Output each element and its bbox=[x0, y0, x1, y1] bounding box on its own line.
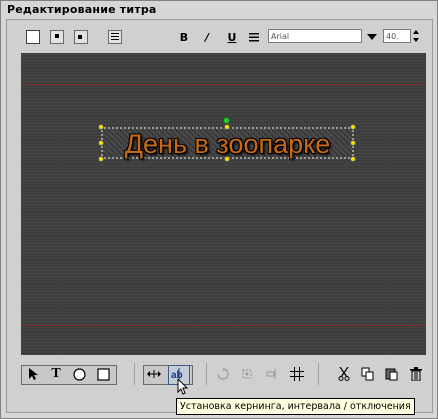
rotate-button[interactable] bbox=[215, 365, 231, 383]
resize-handle-bottom[interactable] bbox=[224, 156, 230, 162]
spinner-icon[interactable] bbox=[412, 29, 420, 43]
grid-button[interactable] bbox=[288, 365, 306, 383]
rotation-handle[interactable] bbox=[223, 117, 230, 124]
cut-button[interactable] bbox=[336, 365, 352, 383]
resize-handle-bottom-left[interactable] bbox=[98, 156, 104, 162]
separator bbox=[206, 363, 207, 385]
title-canvas[interactable]: День в зоопарке bbox=[21, 53, 426, 355]
move-tool-button[interactable] bbox=[145, 365, 163, 383]
resize-handle-left[interactable] bbox=[98, 140, 104, 146]
font-name-field[interactable]: Arial bbox=[268, 29, 362, 43]
align-right-button[interactable] bbox=[263, 365, 279, 383]
trash-icon bbox=[410, 367, 422, 381]
paste-icon bbox=[385, 368, 398, 381]
frame-icon bbox=[26, 30, 40, 44]
rotate-icon bbox=[217, 368, 229, 380]
separator bbox=[134, 363, 135, 385]
align-button[interactable] bbox=[247, 28, 261, 46]
safe-area-guide-left bbox=[63, 53, 64, 355]
list-icon bbox=[108, 30, 122, 44]
resize-handle-top-right[interactable] bbox=[350, 124, 356, 130]
tooltip: Установка кернинга, интервала / отключен… bbox=[176, 398, 415, 415]
italic-button[interactable]: / bbox=[200, 28, 214, 46]
delete-button[interactable] bbox=[408, 365, 424, 383]
window-title: Редактирование титра bbox=[7, 3, 157, 16]
select-tool-button[interactable] bbox=[25, 365, 41, 383]
resize-handle-top-left[interactable] bbox=[98, 124, 104, 130]
bold-button[interactable]: B bbox=[177, 28, 191, 46]
text-tool-button[interactable]: T bbox=[48, 365, 64, 383]
center-icon bbox=[242, 369, 252, 379]
font-size-field[interactable]: 40. bbox=[383, 29, 411, 43]
title-editor-window: Редактирование титра B / U Arial 40. Ден… bbox=[0, 0, 438, 419]
safe-area-guide-bottom bbox=[21, 325, 426, 326]
small-frame-icon bbox=[50, 30, 64, 44]
underline-button[interactable]: U bbox=[225, 28, 239, 46]
resize-handle-bottom-right[interactable] bbox=[350, 156, 356, 162]
layout-full-button[interactable] bbox=[25, 28, 41, 46]
align-edge-icon bbox=[266, 369, 276, 379]
resize-handle-right[interactable] bbox=[350, 140, 356, 146]
horizontal-arrows-icon bbox=[147, 370, 161, 378]
align-icon bbox=[249, 33, 259, 42]
center-button[interactable] bbox=[239, 365, 255, 383]
paste-button[interactable] bbox=[384, 365, 400, 383]
small-frame-left-icon bbox=[74, 30, 88, 44]
circle-icon bbox=[72, 367, 86, 381]
layout-small-left-button[interactable] bbox=[73, 28, 89, 46]
safe-area-guide-top bbox=[21, 84, 426, 85]
ellipse-tool-button[interactable] bbox=[71, 365, 87, 383]
layout-small-up-button[interactable] bbox=[49, 28, 65, 46]
grid-icon bbox=[290, 367, 304, 381]
title-text[interactable]: День в зоопарке bbox=[103, 129, 352, 159]
safe-area-guide-right bbox=[387, 53, 388, 355]
square-icon bbox=[96, 367, 110, 381]
title-text-object[interactable]: День в зоопарке bbox=[101, 127, 354, 159]
arrow-pointer-icon bbox=[29, 368, 38, 380]
chevron-down-icon[interactable] bbox=[367, 34, 377, 40]
copy-button[interactable] bbox=[360, 365, 376, 383]
separator bbox=[318, 363, 319, 385]
mouse-cursor-icon bbox=[177, 379, 189, 395]
scissors-icon bbox=[338, 367, 350, 381]
rectangle-tool-button[interactable] bbox=[95, 365, 111, 383]
properties-button[interactable] bbox=[107, 28, 123, 46]
copy-icon bbox=[361, 367, 374, 381]
resize-handle-top[interactable] bbox=[224, 124, 230, 130]
